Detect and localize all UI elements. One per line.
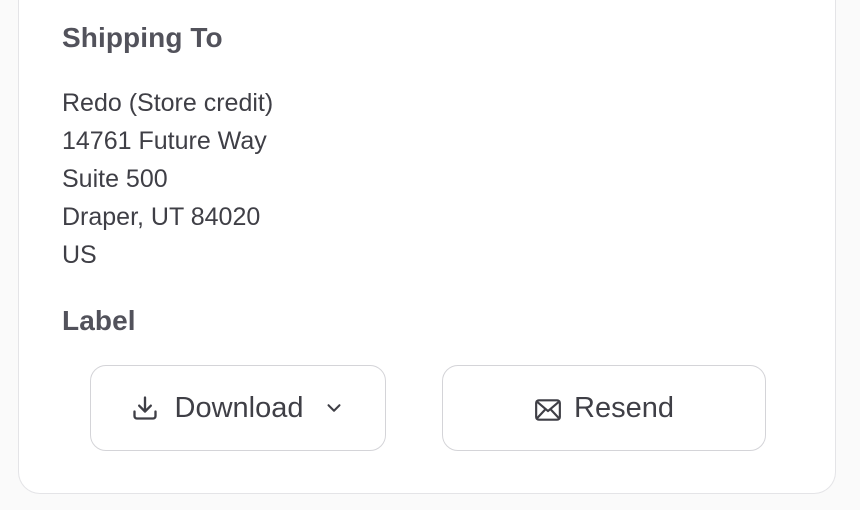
resend-label-button[interactable]: Resend	[442, 365, 766, 451]
download-icon	[131, 394, 159, 422]
resend-button-label: Resend	[574, 391, 674, 424]
address-line-name: Redo (Store credit)	[62, 89, 274, 117]
mail-icon	[534, 398, 562, 422]
address-line-suite: Suite 500	[62, 165, 168, 193]
chevron-down-icon[interactable]	[323, 397, 345, 419]
address-line-city: Draper, UT 84020	[62, 203, 261, 231]
shipping-address: Redo (Store credit) 14761 Future Way Sui…	[62, 84, 273, 274]
shipping-to-heading: Shipping To	[62, 22, 223, 53]
download-label-button[interactable]: Download	[90, 365, 386, 451]
shipping-details-card: Shipping To Redo (Store credit) 14761 Fu…	[18, 0, 836, 494]
address-line-country: US	[62, 241, 97, 269]
address-line-street: 14761 Future Way	[62, 127, 267, 155]
label-heading: Label	[62, 305, 136, 336]
download-button-label: Download	[174, 391, 304, 424]
